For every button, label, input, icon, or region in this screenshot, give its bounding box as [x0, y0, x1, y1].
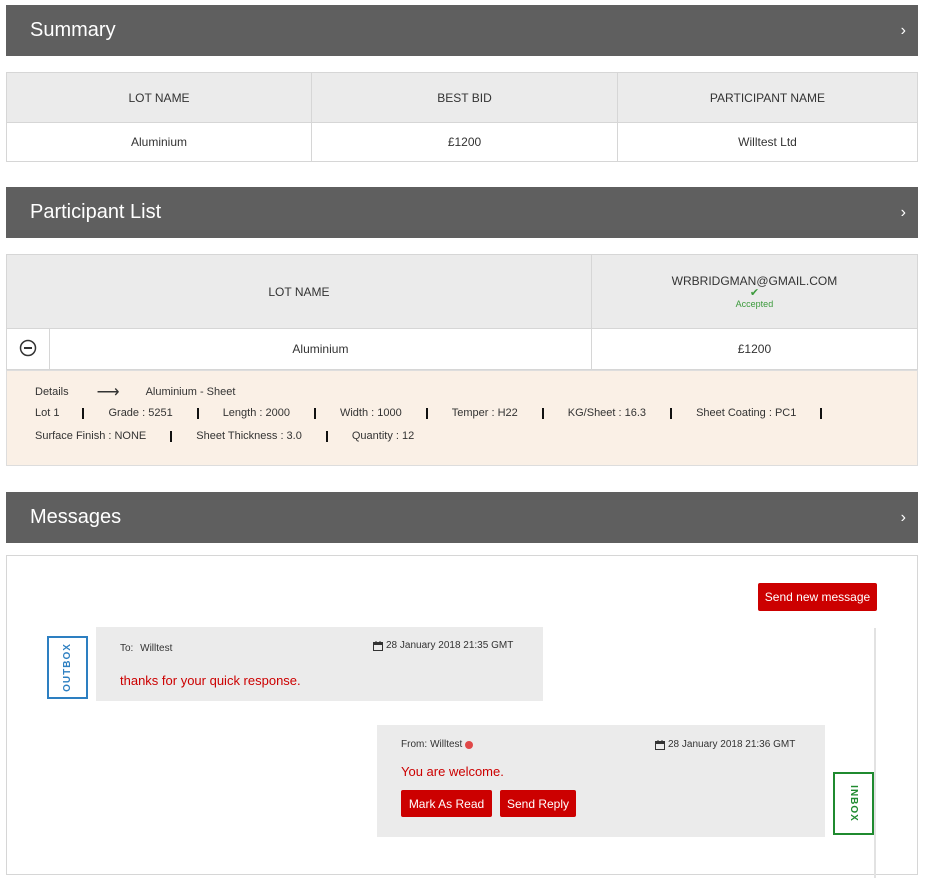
participant-column-header: WRBRIDGMAN@GMAIL.COM ✔ Accepted — [590, 254, 919, 329]
outbox-label: OUTBOX — [62, 643, 73, 692]
separator — [670, 407, 673, 419]
outbox-message[interactable]: To: Willtest 28 January 2018 21:35 GMT t… — [96, 627, 543, 701]
details-line-1: Lot 1 Grade : 5251 Length : 2000 Width :… — [35, 407, 823, 419]
detail-grade: Grade : 5251 — [108, 407, 173, 419]
inbox-message[interactable]: From: Willtest 28 January 2018 21:36 GMT… — [377, 725, 825, 837]
participant-list-title: Participant List — [30, 201, 162, 223]
message-date: 28 January 2018 21:36 GMT — [655, 739, 795, 750]
detail-temper: Temper : H22 — [451, 407, 518, 419]
detail-sheet-coating: Sheet Coating : PC1 — [696, 407, 797, 419]
date-text: 28 January 2018 21:36 GMT — [668, 739, 796, 750]
chevron-right-icon[interactable]: › — [901, 22, 906, 40]
arrow-right-icon: ⟶ — [96, 383, 120, 401]
calendar-icon — [373, 640, 383, 651]
messages-title: Messages — [30, 506, 122, 528]
table-row: Aluminium £1200 — [6, 328, 919, 370]
separator — [425, 407, 428, 419]
participant-name-cell: Willtest Ltd — [617, 122, 918, 162]
from-name: Willtest — [430, 739, 463, 750]
message-sender: From: Willtest — [401, 739, 474, 750]
calendar-icon — [655, 739, 665, 750]
bid-cell: £1200 — [590, 328, 919, 370]
participant-email: WRBRIDGMAN@GMAIL.COM — [671, 274, 838, 288]
detail-width: Width : 1000 — [339, 407, 402, 419]
unread-dot-icon — [465, 740, 474, 749]
message-recipient: To: Willtest — [120, 643, 172, 654]
detail-lot: Lot 1 — [35, 407, 60, 419]
separator — [82, 407, 85, 419]
message-body: You are welcome. — [401, 764, 504, 779]
check-icon: ✔ — [749, 287, 760, 299]
detail-length: Length : 2000 — [222, 407, 290, 419]
collapse-cell[interactable] — [6, 328, 50, 370]
inbox-label: INBOX — [847, 785, 859, 822]
details-label: Details — [35, 386, 69, 398]
column-header-lot-name: LOT NAME — [6, 72, 312, 123]
from-label: From: — [401, 739, 428, 750]
details-line-2: Surface Finish : NONE Sheet Thickness : … — [35, 430, 414, 442]
inbox-tag: INBOX — [833, 772, 874, 835]
summary-title: Summary — [30, 19, 116, 41]
scrollbar[interactable] — [874, 628, 876, 878]
mark-as-read-button[interactable]: Mark As Read — [401, 790, 492, 817]
messages-panel: Send new message OUTBOX To: Willtest 28 … — [6, 555, 918, 878]
messages-header[interactable]: Messages › — [6, 492, 918, 543]
send-reply-button[interactable]: Send Reply — [500, 790, 576, 817]
message-body: thanks for your quick response. — [120, 673, 301, 688]
outbox-tag: OUTBOX — [47, 636, 88, 699]
to-name: Willtest — [140, 643, 173, 654]
details-heading: Details ⟶ Aluminium - Sheet — [35, 383, 236, 401]
detail-quantity: Quantity : 12 — [351, 430, 415, 442]
chevron-right-icon[interactable]: › — [901, 204, 906, 222]
separator — [313, 407, 316, 419]
detail-kg-sheet: KG/Sheet : 16.3 — [567, 407, 647, 419]
separator — [196, 407, 199, 419]
message-date: 28 January 2018 21:35 GMT — [373, 640, 513, 651]
separator — [820, 407, 823, 419]
best-bid-cell: £1200 — [311, 122, 618, 162]
participant-table: LOT NAME WRBRIDGMAN@GMAIL.COM ✔ Accepted… — [6, 254, 919, 370]
lot-name-cell: Aluminium — [6, 122, 312, 162]
separator — [541, 407, 544, 419]
column-header-participant-name: PARTICIPANT NAME — [617, 72, 918, 123]
separator — [325, 430, 328, 442]
participant-list-header[interactable]: Participant List › — [6, 187, 918, 238]
lot-name-cell: Aluminium — [49, 328, 592, 370]
participant-status: Accepted — [735, 299, 774, 309]
chevron-right-icon[interactable]: › — [901, 509, 906, 527]
column-header-lot-name: LOT NAME — [6, 254, 592, 329]
table-row: Aluminium £1200 Willtest Ltd — [6, 122, 918, 162]
date-text: 28 January 2018 21:35 GMT — [386, 640, 514, 651]
send-new-message-button[interactable]: Send new message — [758, 583, 877, 611]
collapse-minus-icon[interactable] — [19, 339, 37, 357]
summary-header[interactable]: Summary › — [6, 5, 918, 56]
detail-sheet-thickness: Sheet Thickness : 3.0 — [196, 430, 302, 442]
summary-table: LOT NAME BEST BID PARTICIPANT NAME Alumi… — [6, 72, 918, 162]
details-product: Aluminium - Sheet — [145, 386, 236, 398]
detail-surface-finish: Surface Finish : NONE — [35, 430, 147, 442]
separator — [170, 430, 173, 442]
lot-details-panel: Details ⟶ Aluminium - Sheet Lot 1 Grade … — [6, 370, 918, 466]
column-header-best-bid: BEST BID — [311, 72, 618, 123]
to-label: To: — [120, 643, 134, 654]
